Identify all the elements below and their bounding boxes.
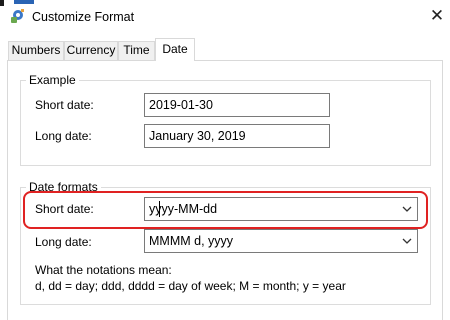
short-date-format-combobox[interactable]: yyyy-MM-dd — [144, 197, 418, 221]
date-formats-group-title: Date formats — [26, 180, 101, 194]
tab-date[interactable]: Date — [155, 38, 195, 61]
tab-numbers[interactable]: Numbers — [8, 41, 64, 60]
tab-time[interactable]: Time — [118, 41, 155, 60]
example-long-date-value: January 30, 2019 — [144, 124, 330, 148]
example-group-title: Example — [26, 73, 79, 87]
long-date-format-combobox[interactable]: MMMM d, yyyy — [144, 229, 418, 253]
tab-currency[interactable]: Currency — [64, 41, 118, 60]
example-short-date-label: Short date: — [35, 98, 94, 112]
background-window-accent — [14, 0, 34, 4]
notations-title: What the notations mean: — [35, 263, 172, 277]
long-date-format-label: Long date: — [35, 235, 92, 249]
example-short-date-value: 2019-01-30 — [144, 93, 330, 117]
title-bar: Customize Format ✕ — [0, 0, 450, 34]
text-cursor — [159, 201, 160, 217]
chevron-down-icon[interactable] — [400, 230, 414, 252]
window-title: Customize Format — [32, 10, 135, 24]
short-date-format-label: Short date: — [35, 202, 94, 216]
example-long-date-label: Long date: — [35, 129, 92, 143]
notations-text: d, dd = day; ddd, dddd = day of week; M … — [35, 279, 346, 293]
long-date-format-value[interactable]: MMMM d, yyyy — [149, 230, 233, 252]
background-window-edge — [0, 0, 4, 6]
chevron-down-icon[interactable] — [400, 198, 414, 220]
customize-format-app-icon — [9, 8, 25, 24]
close-button[interactable]: ✕ — [424, 3, 450, 29]
